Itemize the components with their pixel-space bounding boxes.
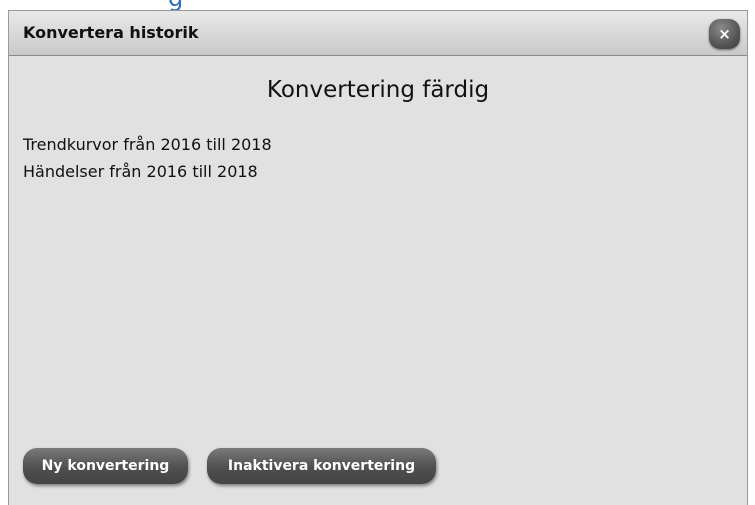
dialog-titlebar: Konvertera historik ×: [9, 11, 747, 56]
close-button[interactable]: ×: [709, 19, 740, 49]
new-conversion-button[interactable]: Ny konvertering: [23, 448, 188, 484]
dialog-title: Konvertera historik: [23, 23, 199, 42]
status-heading: Konvertering färdig: [266, 77, 490, 103]
disable-conversion-button[interactable]: Inaktivera konvertering: [207, 448, 436, 484]
result-line-events: Händelser från 2016 till 2018: [23, 162, 258, 181]
result-line-trend-curves: Trendkurvor från 2016 till 2018: [23, 135, 272, 154]
convert-history-dialog: Konvertera historik × Konvertering färdi…: [8, 10, 748, 505]
close-icon: ×: [718, 25, 731, 43]
